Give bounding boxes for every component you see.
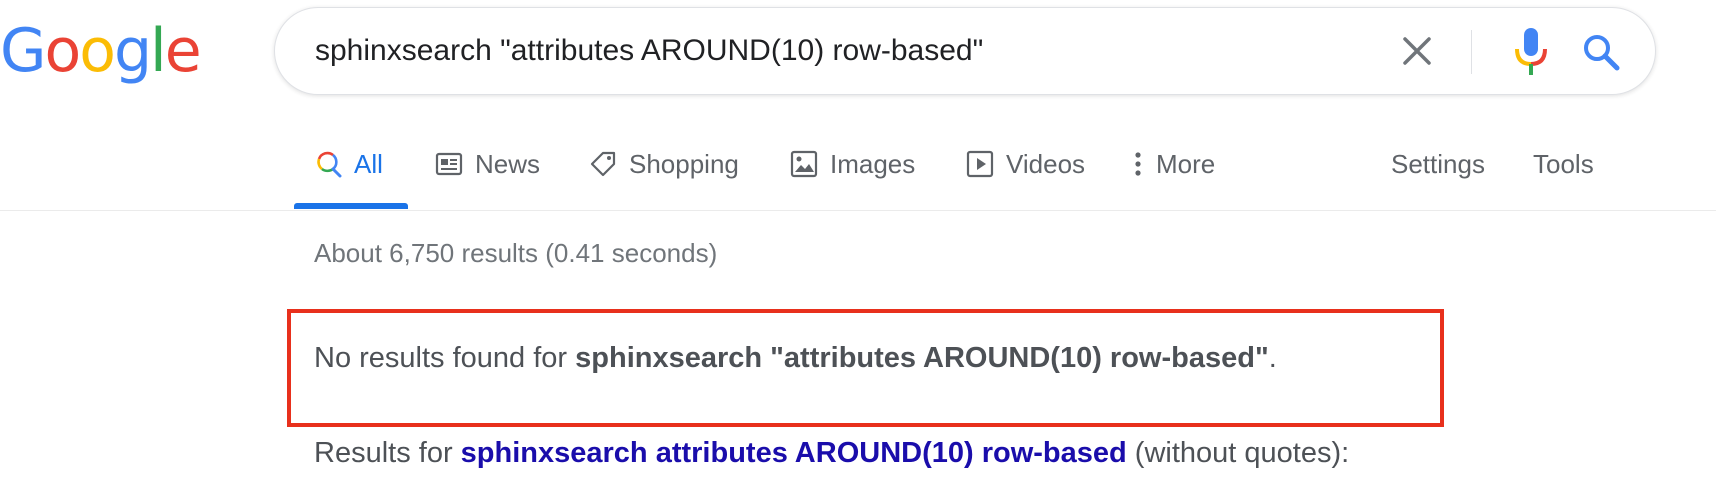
tab-news-label: News	[475, 148, 541, 179]
vertical-dots-icon	[1135, 152, 1141, 176]
logo-letter-l: l	[150, 16, 167, 86]
tab-shopping-label: Shopping	[629, 148, 739, 179]
logo-letter-g: G	[0, 16, 46, 86]
tag-icon	[590, 151, 616, 177]
results-for-query-link[interactable]: sphinxsearch attributes AROUND(10) row-b…	[461, 437, 1127, 469]
search-icon	[317, 151, 342, 178]
no-results-query: sphinxsearch "attributes AROUND(10) row-…	[575, 342, 1269, 374]
search-input[interactable]	[315, 8, 1325, 94]
tab-all-label: All	[354, 148, 383, 179]
search-divider	[1471, 30, 1472, 74]
image-icon	[790, 150, 818, 178]
clear-search-button[interactable]	[1395, 29, 1439, 73]
tabs-divider	[0, 210, 1716, 211]
tab-more-label: More	[1156, 148, 1216, 179]
logo-letter-e: e	[164, 16, 202, 86]
google-logo[interactable]: Google	[0, 12, 202, 90]
search-results-page: Google sphinxsearch "attributes AROUND(1…	[0, 0, 1716, 498]
tab-all[interactable]: All	[314, 144, 383, 184]
tab-videos-label: Videos	[1006, 148, 1086, 179]
search-submit-button[interactable]	[1579, 30, 1623, 74]
settings-link[interactable]: Settings	[1391, 144, 1485, 184]
settings-label: Settings	[1391, 148, 1485, 179]
tools-link[interactable]: Tools	[1533, 144, 1594, 184]
tab-shopping[interactable]: Shopping	[589, 144, 739, 184]
logo-letter-g2: g	[113, 16, 152, 86]
no-results-suffix: .	[1268, 342, 1277, 374]
tab-videos[interactable]: Videos	[966, 144, 1085, 184]
play-icon	[966, 150, 994, 178]
search-tabs: All News Shopping Images Videos More Set…	[0, 130, 1716, 210]
results-for-suffix: (without quotes):	[1126, 437, 1350, 469]
microphone-icon	[1515, 28, 1547, 75]
search-box	[274, 7, 1656, 95]
active-tab-indicator	[294, 203, 408, 209]
results-for-prefix: Results for	[314, 437, 461, 469]
voice-search-button[interactable]	[1507, 26, 1555, 78]
logo-letter-o2: o	[79, 16, 116, 86]
search-icon	[1584, 35, 1620, 71]
no-results-message: No results found for sphinxsearch "attri…	[314, 342, 1277, 375]
results-for-message: Results for sphinxsearch attributes AROU…	[314, 437, 1349, 470]
close-icon	[1403, 37, 1431, 65]
newspaper-icon	[435, 152, 463, 176]
logo-letter-o1: o	[44, 16, 82, 86]
result-stats: About 6,750 results (0.41 seconds)	[314, 238, 718, 268]
tools-label: Tools	[1533, 148, 1594, 179]
tab-images[interactable]: Images	[790, 144, 915, 184]
tab-news[interactable]: News	[435, 144, 540, 184]
tab-more[interactable]: More	[1130, 144, 1215, 184]
tab-images-label: Images	[830, 148, 916, 179]
no-results-prefix: No results found for	[314, 342, 576, 374]
